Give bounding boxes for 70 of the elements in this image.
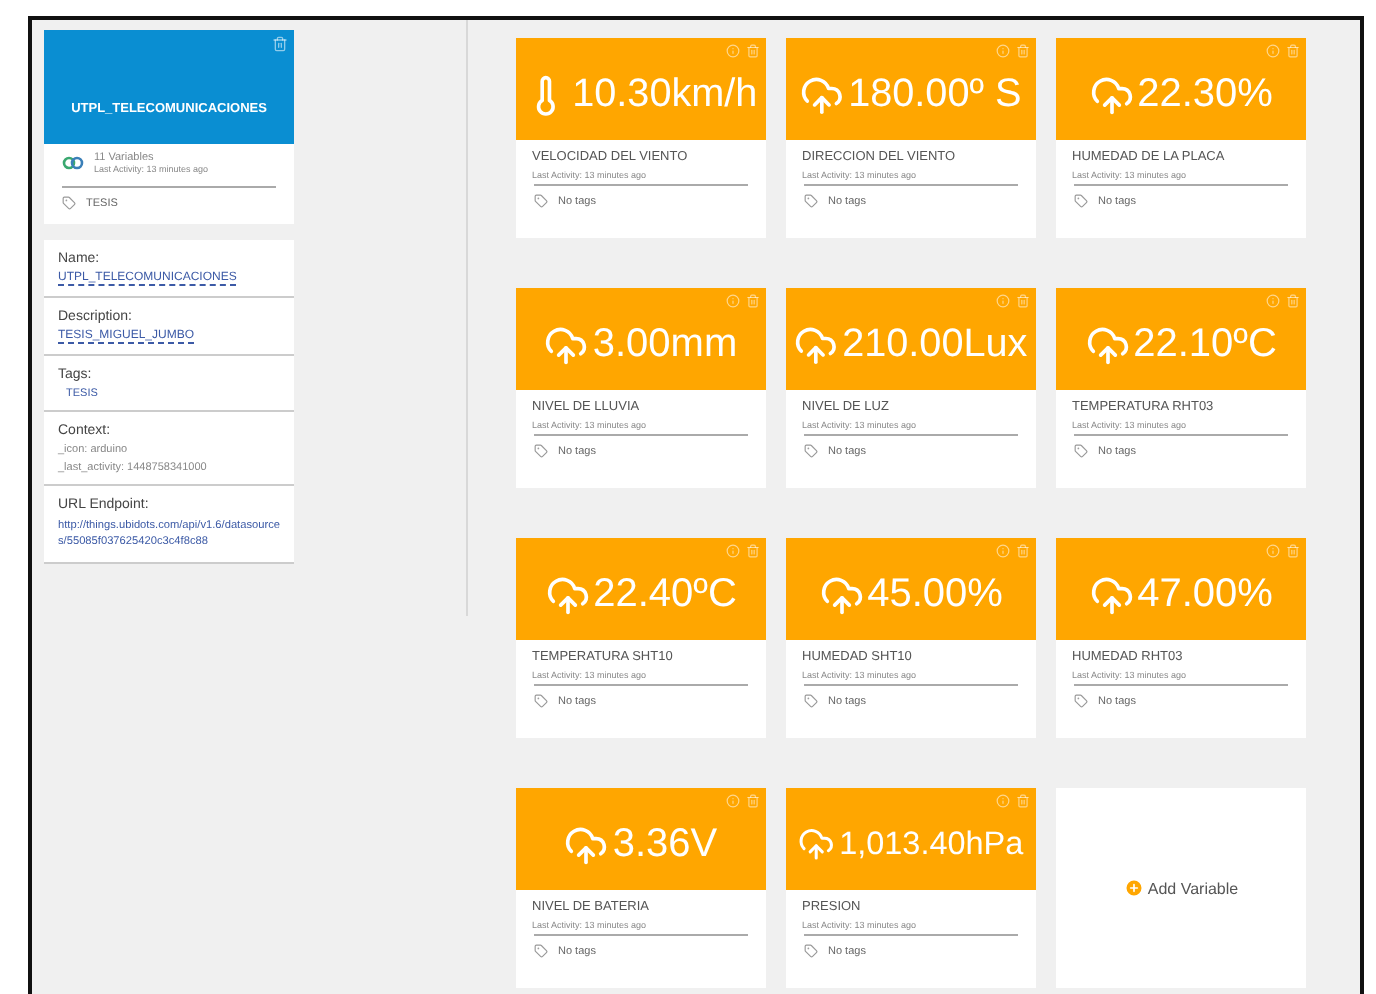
variable-value: 45.00% — [867, 572, 1003, 618]
cloud-upload-icon — [800, 73, 845, 117]
cloud-upload-icon — [1089, 73, 1134, 117]
trash-icon[interactable] — [746, 294, 760, 308]
variable-value: 210.00Lux — [842, 322, 1028, 368]
cloud-upload-icon — [1085, 323, 1130, 367]
variable-header[interactable]: 3.36V — [516, 788, 766, 890]
info-icon[interactable] — [726, 544, 740, 558]
info-icon[interactable] — [996, 44, 1010, 58]
trash-icon[interactable] — [1286, 44, 1300, 58]
cloud-upload-icon — [545, 573, 590, 617]
info-icon[interactable] — [1266, 294, 1280, 308]
link-icon — [62, 156, 84, 170]
variable-value: 3.36V — [612, 822, 718, 868]
cloud-upload-icon — [794, 323, 839, 367]
info-icon[interactable] — [726, 294, 740, 308]
variable-value: 3.00mm — [592, 322, 738, 368]
info-icon[interactable] — [1266, 44, 1280, 58]
info-icon[interactable] — [996, 794, 1010, 808]
tag-icon — [1074, 444, 1088, 458]
tag-icon — [534, 694, 548, 708]
variable-header[interactable]: 47.00% — [1056, 538, 1306, 640]
variable-value: 22.10ºC — [1133, 322, 1277, 368]
trash-icon[interactable] — [746, 794, 760, 808]
info-icon[interactable] — [996, 544, 1010, 558]
variable-value: 1,013.40hPa — [839, 826, 1024, 864]
variable-value: 47.00% — [1137, 572, 1273, 618]
info-icon[interactable] — [726, 44, 740, 58]
trash-icon[interactable] — [1016, 794, 1030, 808]
variable-header[interactable]: 45.00% — [786, 538, 1036, 640]
tag-icon — [804, 944, 818, 958]
variable-header[interactable]: 10.30km/h — [516, 38, 766, 140]
variable-header[interactable]: 180.00º S — [786, 38, 1036, 140]
info-icon[interactable] — [726, 794, 740, 808]
plus-icon — [1123, 878, 1144, 898]
trash-icon[interactable] — [746, 44, 760, 58]
variable-header[interactable]: 22.30% — [1056, 38, 1306, 140]
tag-icon — [1074, 194, 1088, 208]
variable-header[interactable]: 3.00mm — [516, 288, 766, 390]
trash-icon[interactable] — [1016, 544, 1030, 558]
variable-header[interactable]: 210.00Lux — [786, 288, 1036, 390]
variable-value: 180.00º S — [848, 72, 1022, 118]
cloud-upload-icon — [798, 826, 836, 864]
cloud-upload-icon — [564, 823, 609, 867]
variable-header[interactable]: 1,013.40hPa — [786, 788, 1036, 890]
variable-value: 10.30km/h — [572, 72, 758, 118]
tag-icon — [534, 444, 548, 458]
variable-header[interactable]: 22.10ºC — [1056, 288, 1306, 390]
cloud-upload-icon — [1089, 573, 1134, 617]
variable-header[interactable]: 22.40ºC — [516, 538, 766, 640]
trash-icon[interactable] — [1286, 294, 1300, 308]
cloud-upload-icon — [544, 323, 589, 367]
tag-icon — [804, 694, 818, 708]
tag-icon — [534, 944, 548, 958]
add-variable-button[interactable]: Add Variable — [1056, 788, 1306, 988]
tag-icon — [62, 196, 76, 210]
info-icon[interactable] — [1266, 544, 1280, 558]
variable-value: 22.30% — [1137, 72, 1273, 118]
trash-icon[interactable] — [272, 36, 288, 52]
tag-icon — [534, 194, 548, 208]
trash-icon[interactable] — [1286, 544, 1300, 558]
tag-icon — [804, 194, 818, 208]
tag-icon — [1074, 694, 1088, 708]
trash-icon[interactable] — [746, 544, 760, 558]
tag-icon — [804, 444, 818, 458]
variable-value: 22.40ºC — [593, 572, 737, 618]
info-icon[interactable] — [996, 294, 1010, 308]
trash-icon[interactable] — [1016, 44, 1030, 58]
cloud-upload-icon — [819, 573, 864, 617]
trash-icon[interactable] — [1016, 294, 1030, 308]
